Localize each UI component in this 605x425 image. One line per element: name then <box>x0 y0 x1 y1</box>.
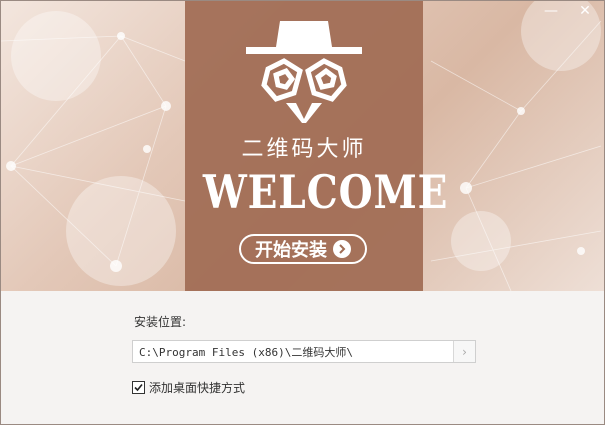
install-path-input[interactable] <box>133 341 453 362</box>
install-path-field: › <box>132 340 476 363</box>
arrow-right-icon <box>333 240 351 258</box>
welcome-title: WELCOME <box>202 165 449 219</box>
app-name: 二维码大师 <box>241 137 367 162</box>
browse-button[interactable]: › <box>453 341 475 362</box>
install-path-label: 安装位置: <box>134 315 187 329</box>
check-icon <box>134 383 143 392</box>
start-install-label: 开始安装 <box>255 240 327 261</box>
start-install-button[interactable]: 开始安装 <box>239 234 367 264</box>
desktop-shortcut-label: 添加桌面快捷方式 <box>149 381 246 395</box>
installer-window: 二维码大师 WELCOME 开始安装 — ✕ 安装位置: › 添加桌面快捷 <box>0 0 605 425</box>
install-options-panel: 安装位置: › 添加桌面快捷方式 <box>1 291 604 424</box>
hat-logo-icon <box>246 21 362 123</box>
close-button[interactable]: ✕ <box>575 3 595 19</box>
minimize-button[interactable]: — <box>541 3 561 19</box>
desktop-shortcut-option[interactable]: 添加桌面快捷方式 <box>132 379 245 396</box>
welcome-banner: 二维码大师 WELCOME 开始安装 — ✕ <box>1 1 604 291</box>
desktop-shortcut-checkbox[interactable] <box>132 381 145 394</box>
